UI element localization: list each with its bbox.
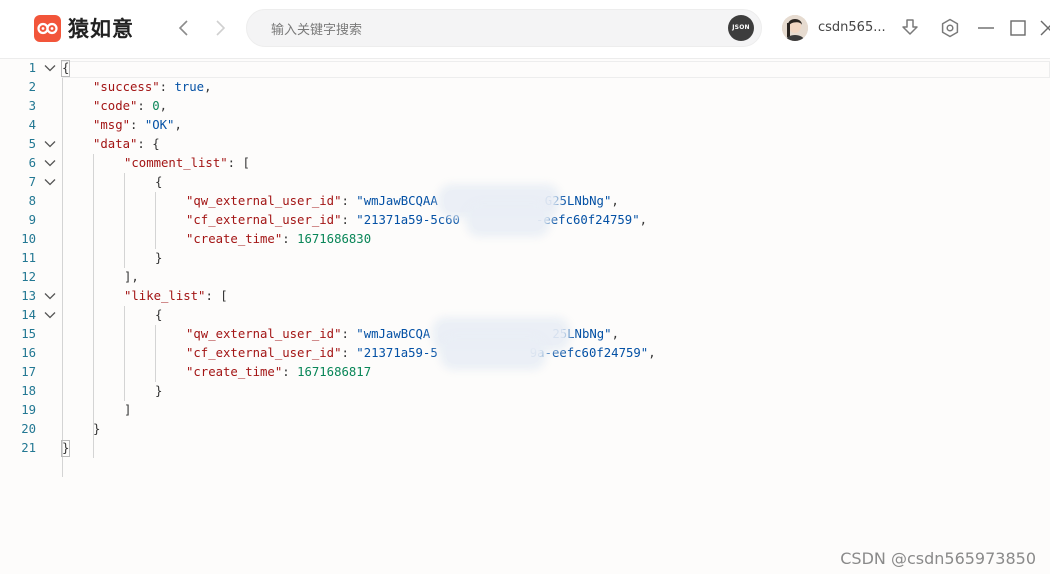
json-number: 1671686830 [297,232,372,246]
username[interactable]: csdn565... [818,20,886,35]
code-line: 10 "create_time": 1671686830 [0,230,1050,249]
json-number: 1671686817 [297,365,372,379]
forward-button[interactable] [210,17,230,39]
json-string-start: "wmJawBCQA [356,327,431,341]
json-boolean: true [174,80,205,94]
fold-chevron-icon[interactable] [43,289,57,303]
json-string-end: -eefc60f24759" [535,213,640,227]
json-key: "data" [93,137,138,151]
avatar[interactable] [782,15,808,41]
redaction-blur [472,209,544,231]
code-line: 13 "like_list": [ [0,287,1050,306]
code-line: 18 } [0,382,1050,401]
fold-chevron-icon[interactable] [43,61,57,75]
current-line-highlight [62,61,1050,78]
chevron-right-icon [216,20,226,36]
app-logo-icon [34,15,61,42]
json-punct: { [62,61,70,75]
line-number: 13 [21,289,36,303]
json-key: "like_list" [124,289,206,303]
json-format-button[interactable]: JSON [728,15,754,41]
code-line: 11 } [0,249,1050,268]
code-line: 20 } [0,420,1050,439]
search-bar: JSON [246,9,762,47]
line-number: 2 [28,80,36,94]
fold-chevron-icon[interactable] [43,156,57,170]
fold-chevron-icon[interactable] [43,137,57,151]
line-number: 5 [28,137,36,151]
fold-chevron-icon[interactable] [43,308,57,322]
line-number: 9 [28,213,36,227]
back-button[interactable] [174,17,194,39]
json-key: "create_time" [186,232,283,246]
json-string-end: G25LNbNg" [544,194,612,208]
code-line: 6 "comment_list": [ [0,154,1050,173]
app-name: 猿如意 [68,17,134,41]
line-number: 10 [21,232,36,246]
code-line: 4 "msg": "OK", [0,116,1050,135]
line-number: 4 [28,118,36,132]
line-number: 19 [21,403,36,417]
code-line: 2 "success": true, [0,78,1050,97]
json-key: "create_time" [186,365,283,379]
line-number: 20 [21,422,36,436]
code-line: 5 "data": { [0,135,1050,154]
json-string-start: "wmJawBCQAA [356,194,438,208]
redaction-blur [446,342,540,364]
line-number: 21 [21,441,36,455]
line-number: 18 [21,384,36,398]
line-number: 15 [21,327,36,341]
line-number: 8 [28,194,36,208]
minimize-icon [978,27,994,29]
line-number: 11 [21,251,36,265]
download-button[interactable] [899,17,921,39]
maximize-button[interactable] [1007,17,1029,39]
code-line: 21 } [0,439,1050,458]
line-number: 6 [28,156,36,170]
line-number: 7 [28,175,36,189]
json-key: "cf_external_user_id" [186,346,342,360]
close-icon [1040,20,1050,36]
json-key: "cf_external_user_id" [186,213,342,227]
download-icon [902,19,918,35]
maximize-icon [1010,20,1026,36]
json-string: "OK" [144,118,175,132]
code-line: 3 "code": 0, [0,97,1050,116]
json-key: "qw_external_user_id" [186,327,342,341]
json-key: "success" [93,80,160,94]
code-line: 12 ], [0,268,1050,287]
json-editor[interactable]: 1 { 2 "success": true, 3 "code": 0, 4 "m… [0,59,1050,574]
json-key: "comment_list" [124,156,228,170]
json-string-start: "21371a59-5c60 [356,213,460,227]
code-line: 19 ] [0,401,1050,420]
chevron-left-icon [178,20,188,36]
watermark: CSDN @csdn565973850 [840,549,1036,568]
json-number: 0 [152,99,160,113]
line-number: 16 [21,346,36,360]
code-line: 17 "create_time": 1671686817 [0,363,1050,382]
settings-button[interactable] [939,17,961,39]
json-key: "code" [93,99,138,113]
json-string-start: "21371a59-5 [356,346,438,360]
line-number: 12 [21,270,36,284]
line-number: 1 [28,61,36,75]
close-button[interactable] [1037,17,1050,39]
search-input[interactable] [269,19,713,41]
fold-chevron-icon[interactable] [43,175,57,189]
code-line: 1 { [0,59,1050,78]
settings-icon [941,18,959,38]
line-number: 3 [28,99,36,113]
json-string-end: 9a-eefc60f24759" [529,346,649,360]
line-number: 14 [21,308,36,322]
json-key: "qw_external_user_id" [186,194,342,208]
minimize-button[interactable] [975,17,997,39]
title-bar: 猿如意 JSON csdn565... [0,0,1050,59]
json-key: "msg" [93,118,131,132]
line-number: 17 [21,365,36,379]
